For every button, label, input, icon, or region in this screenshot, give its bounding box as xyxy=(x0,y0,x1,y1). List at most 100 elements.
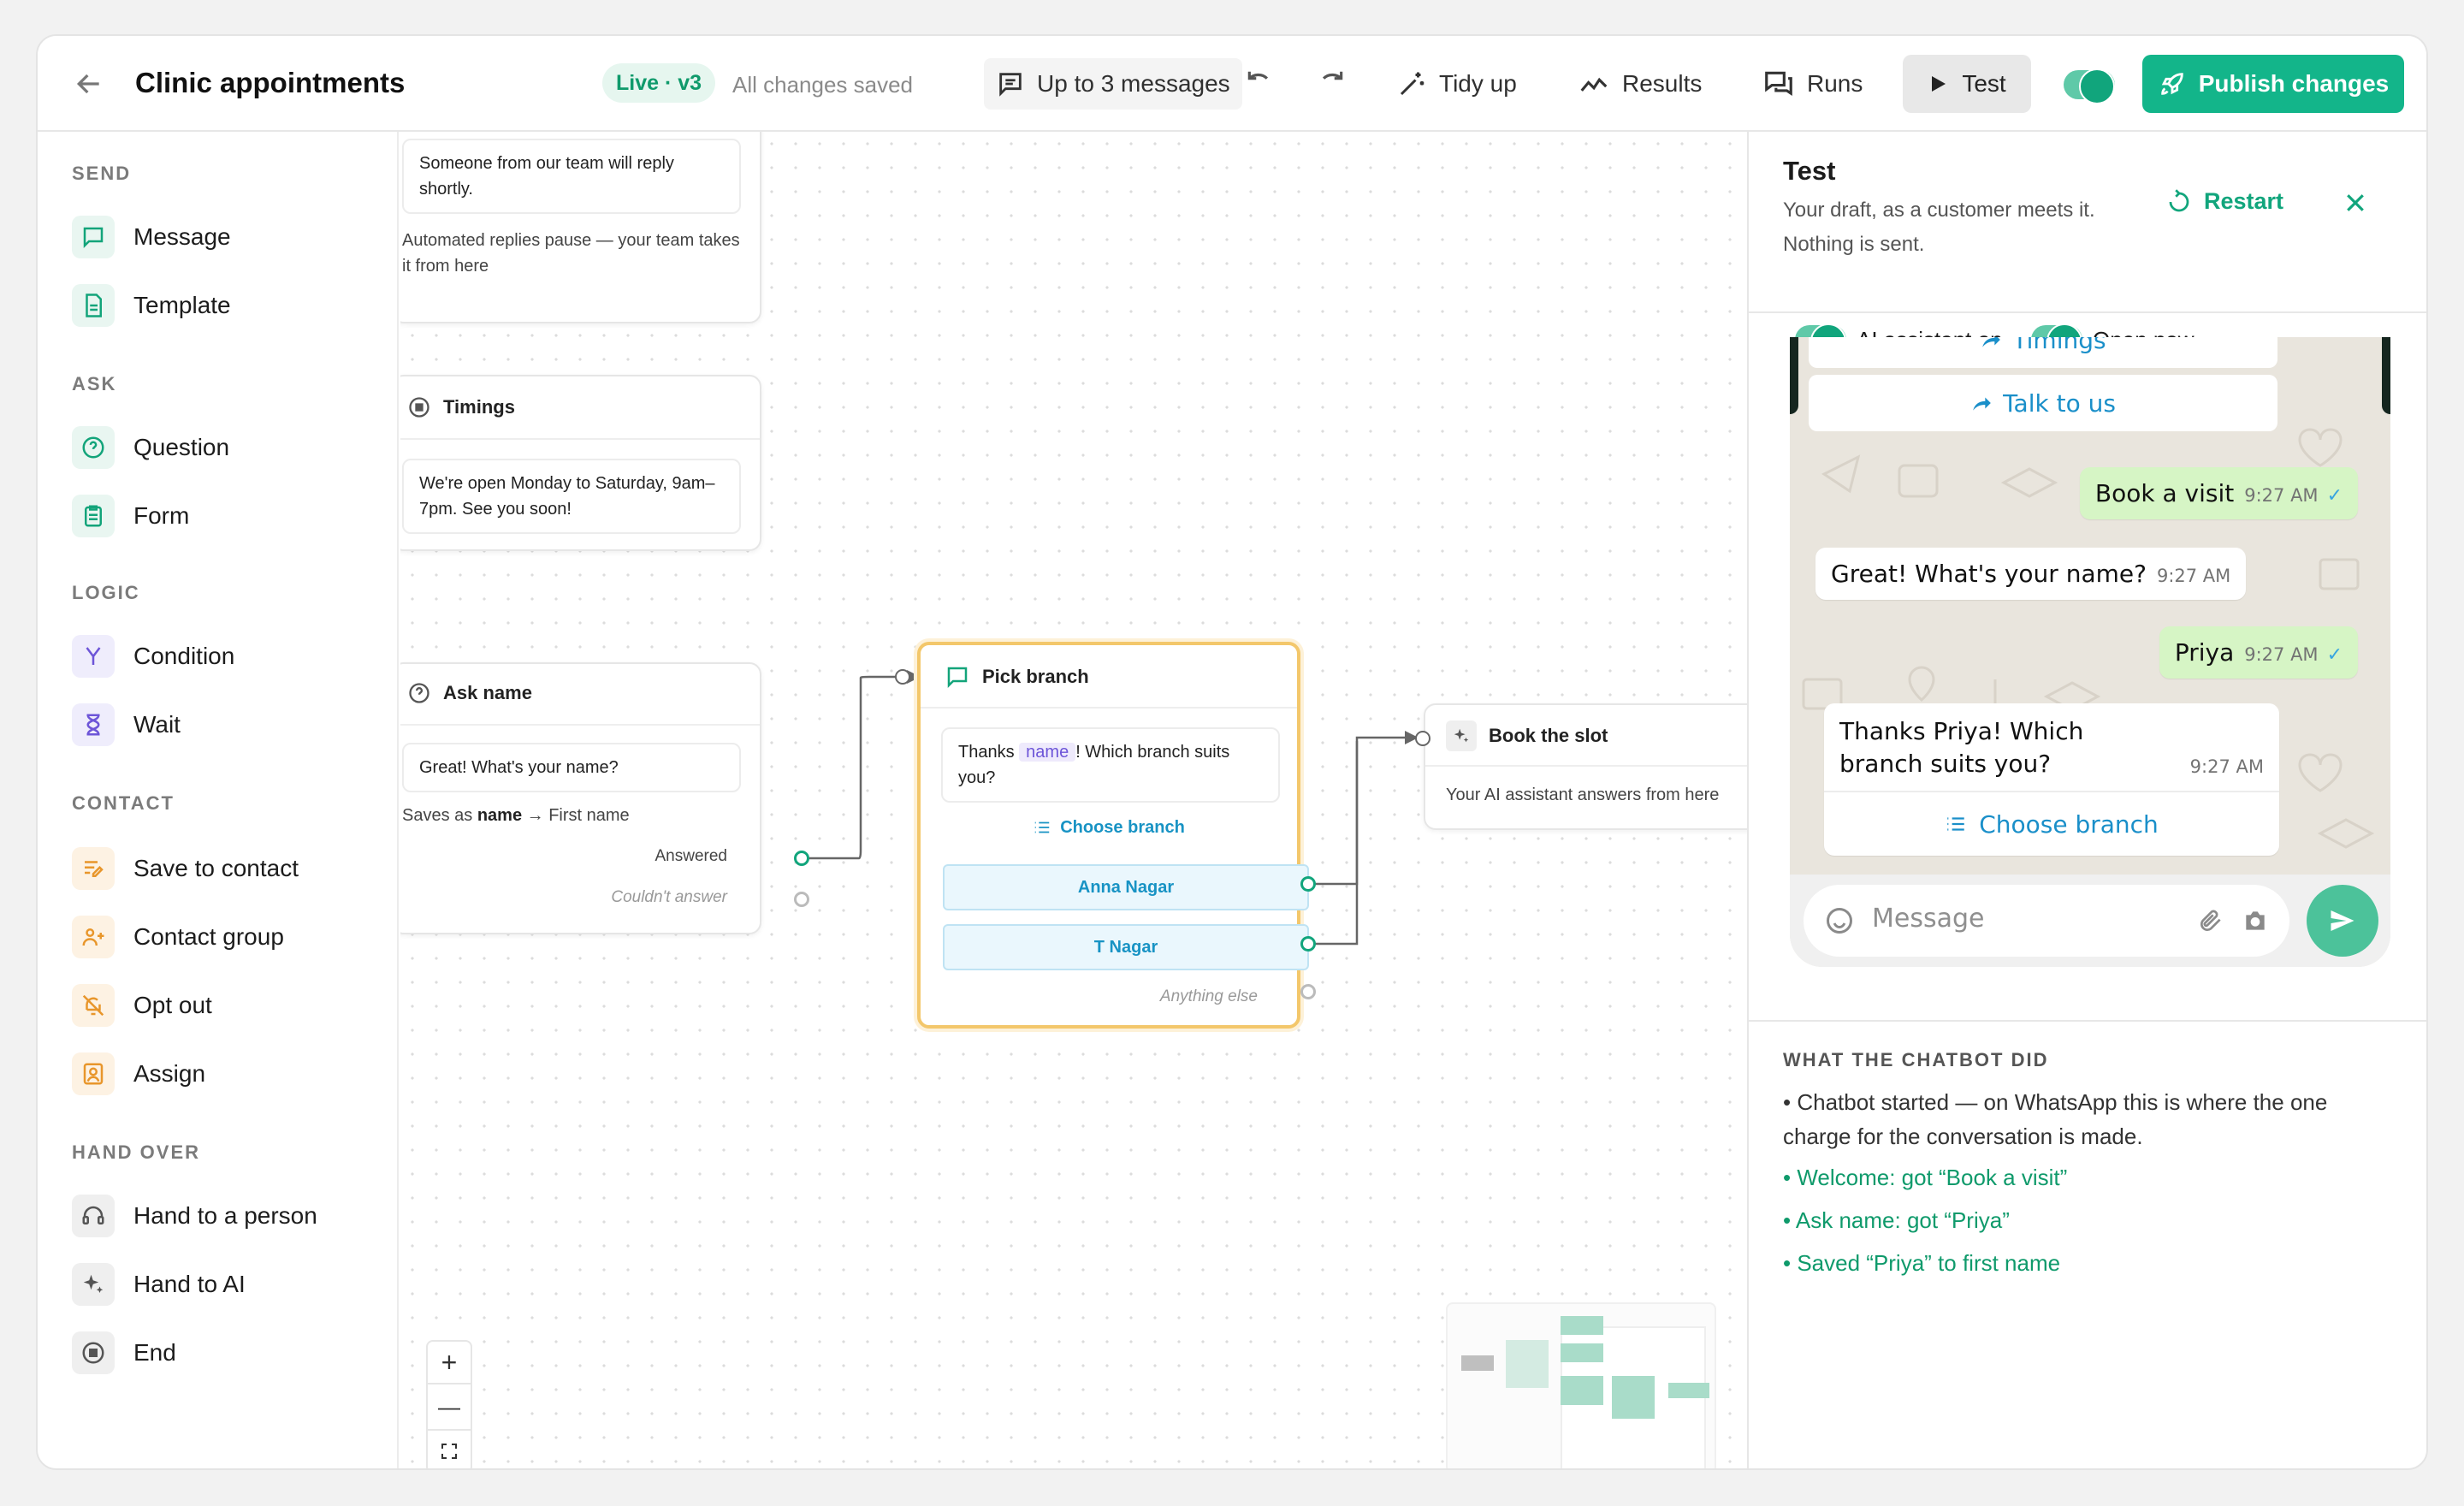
palette-end[interactable]: End xyxy=(72,1330,176,1376)
palette-template[interactable]: Template xyxy=(72,282,231,329)
minimap-node xyxy=(1561,1343,1603,1362)
publish-label: Publish changes xyxy=(2198,70,2390,97)
palette-form[interactable]: Form xyxy=(72,493,189,539)
fullscreen-icon xyxy=(441,1444,457,1459)
node-note: Your AI assistant answers from here xyxy=(1446,786,1720,804)
flow-builder-window: Clinic appointments Live · v3 All change… xyxy=(36,34,2428,1470)
minimap-node xyxy=(1561,1376,1603,1405)
runs-button[interactable]: Runs xyxy=(1762,58,1863,110)
port-answered[interactable] xyxy=(794,851,809,866)
assign-person-icon xyxy=(72,1052,115,1095)
node-timings[interactable]: Timings We're open Monday to Saturday, 9… xyxy=(400,375,761,551)
node-hand-to-person[interactable]: Someone from our team will reply shortly… xyxy=(400,132,761,323)
undo-button[interactable] xyxy=(1244,58,1276,110)
whatsapp-preview: Timings Talk to us Book a visit 9:27 AM ✓ … xyxy=(1790,337,2390,967)
node-note: Automated replies pause — your team take… xyxy=(402,231,740,276)
port-anything-else[interactable] xyxy=(1300,984,1316,999)
palette-question[interactable]: Question xyxy=(72,424,229,471)
tidy-up-button[interactable]: Tidy up xyxy=(1396,58,1517,110)
option-t-nagar[interactable]: T Nagar xyxy=(943,924,1309,970)
sparkles-icon xyxy=(1446,720,1477,751)
flow-title: Clinic appointments xyxy=(135,67,406,98)
node-pick-branch[interactable]: Pick branch Thanks name! Which branch su… xyxy=(917,642,1309,1029)
palette-wait[interactable]: Wait xyxy=(72,702,181,748)
flow-canvas[interactable]: Someone from our team will reply shortly… xyxy=(400,132,1747,1468)
zoom-out-button[interactable]: — xyxy=(426,1384,472,1429)
template-icon xyxy=(72,284,115,327)
log-entry: • Saved “Priya” to first name xyxy=(1783,1250,2061,1276)
chat-message-incoming-list: Thanks Priya! Which branch suits you? 9:… xyxy=(1824,703,2279,856)
live-toggle[interactable] xyxy=(2064,68,2115,104)
port-not-answered[interactable] xyxy=(794,892,809,907)
chat-list-button[interactable]: Choose branch xyxy=(1824,799,2279,849)
message-limit-button[interactable]: Up to 3 messages xyxy=(984,58,1242,110)
port-t-nagar[interactable] xyxy=(1300,936,1316,952)
fit-view-button[interactable] xyxy=(426,1429,472,1468)
bell-off-icon xyxy=(72,984,115,1027)
option-anna-nagar[interactable]: Anna Nagar xyxy=(943,864,1309,910)
back-arrow-icon[interactable] xyxy=(72,67,106,101)
node-message-bubble: Thanks name! Which branch suits you? xyxy=(941,727,1280,803)
send-icon xyxy=(2331,910,2354,931)
palette-question-label: Question xyxy=(133,434,230,460)
node-ask-name[interactable]: Ask name Great! What's your name? Saves … xyxy=(400,662,761,934)
chat-reply-button-timings[interactable]: Timings xyxy=(1809,337,2277,368)
palette-condition[interactable]: Condition xyxy=(72,633,234,679)
chat-button-label: Talk to us xyxy=(2003,388,2116,418)
palette-opt-out[interactable]: Opt out xyxy=(72,982,212,1029)
port-book-in[interactable] xyxy=(1415,731,1430,746)
palette-hand-to-person[interactable]: Hand to a person xyxy=(72,1193,317,1239)
message-icon xyxy=(947,667,968,689)
message-time: 9:27 AM xyxy=(2156,566,2231,586)
zoom-controls: + — xyxy=(400,1340,498,1468)
palette-template-label: Template xyxy=(133,292,231,318)
list-button[interactable]: Choose branch xyxy=(921,818,1297,838)
node-header: Timings xyxy=(407,395,515,419)
redo-button[interactable] xyxy=(1314,58,1347,110)
palette-message[interactable]: Message xyxy=(72,214,231,260)
publish-changes-button[interactable]: Publish changes xyxy=(2142,55,2404,113)
message-text: Thanks Priya! Which branch suits you? xyxy=(1839,717,2084,778)
chat-button-label: Timings xyxy=(2012,337,2106,354)
palette-assign[interactable]: Assign xyxy=(72,1051,205,1097)
node-title: Book the slot xyxy=(1489,725,1608,746)
node-book-the-slot[interactable]: Book the slot Your AI assistant answers … xyxy=(1424,703,1747,830)
answered-output-label: Answered xyxy=(654,847,728,865)
message-time: 9:27 AM xyxy=(2244,485,2319,506)
minimap-node xyxy=(1668,1383,1709,1398)
port-anna-nagar[interactable] xyxy=(1300,876,1316,892)
results-button[interactable]: Results xyxy=(1578,58,1702,110)
saves-prefix: Saves as xyxy=(402,806,473,825)
message-input[interactable]: Message xyxy=(1804,885,2289,957)
test-button[interactable]: Test xyxy=(1903,55,2031,113)
save-field-icon xyxy=(72,847,115,890)
close-icon[interactable] xyxy=(2343,190,2368,216)
list-icon xyxy=(1947,817,1964,831)
section-hand-over: HAND OVER xyxy=(72,1141,201,1163)
minimap[interactable] xyxy=(1446,1302,1716,1468)
sparkles-icon xyxy=(72,1263,115,1306)
restart-button[interactable]: Restart xyxy=(2166,188,2283,215)
undo-icon xyxy=(1247,71,1269,80)
magic-wand-icon xyxy=(1396,68,1427,99)
stop-circle-icon xyxy=(72,1331,115,1374)
port-pick-branch-in[interactable] xyxy=(895,669,910,685)
chat-reply-button-talk-to-us[interactable]: Talk to us xyxy=(1809,375,2277,431)
double-check-icon: ✓ xyxy=(2326,485,2343,507)
node-title: Pick branch xyxy=(982,666,1089,687)
node-message-bubble: Someone from our team will reply shortly… xyxy=(402,139,741,214)
zoom-in-button[interactable]: + xyxy=(426,1340,472,1384)
palette-save-to-contact[interactable]: Save to contact xyxy=(72,845,299,892)
send-button[interactable] xyxy=(2307,885,2378,957)
palette-contact-group[interactable]: Contact group xyxy=(72,914,284,960)
palette-hand-to-ai[interactable]: Hand to AI xyxy=(72,1261,246,1307)
minimap-node xyxy=(1612,1376,1655,1419)
save-status: All changes saved xyxy=(732,72,914,98)
chat-message-outgoing: Book a visit 9:27 AM ✓ xyxy=(2079,467,2358,519)
fallback-output-label: Anything else xyxy=(1159,987,1258,1005)
palette-save-to-contact-label: Save to contact xyxy=(133,855,299,881)
tidy-up-label: Tidy up xyxy=(1439,70,1517,97)
saves-target: → First name xyxy=(526,806,630,825)
minimap-node xyxy=(1506,1340,1549,1388)
question-icon xyxy=(409,683,429,703)
